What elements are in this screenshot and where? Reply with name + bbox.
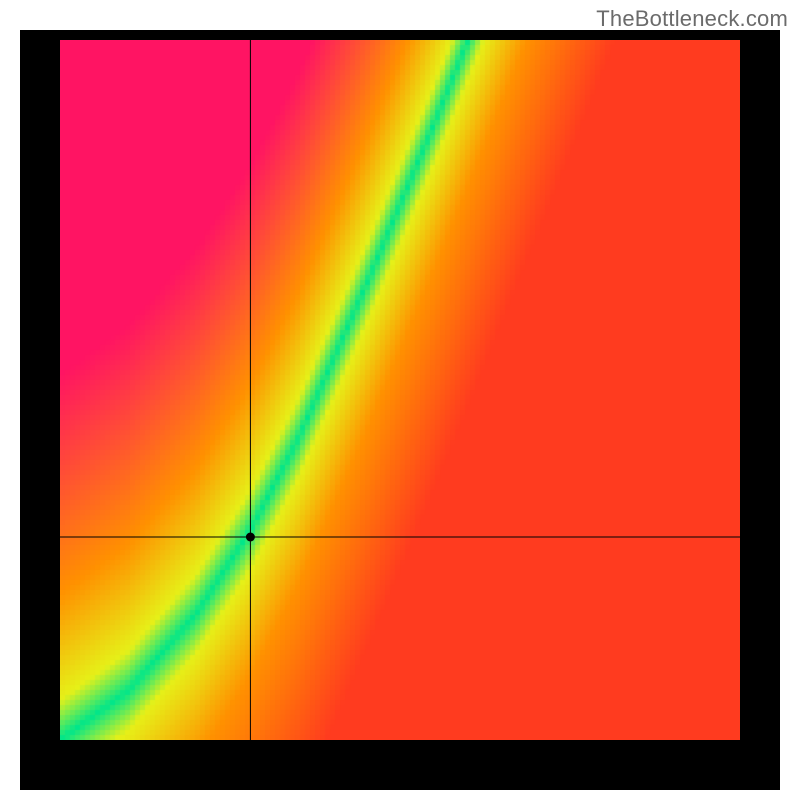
overlay-layer bbox=[60, 40, 740, 740]
chart-frame bbox=[20, 30, 780, 790]
watermark-text: TheBottleneck.com bbox=[596, 6, 788, 32]
heatmap-plot bbox=[60, 40, 740, 740]
marker-dot bbox=[246, 533, 255, 542]
